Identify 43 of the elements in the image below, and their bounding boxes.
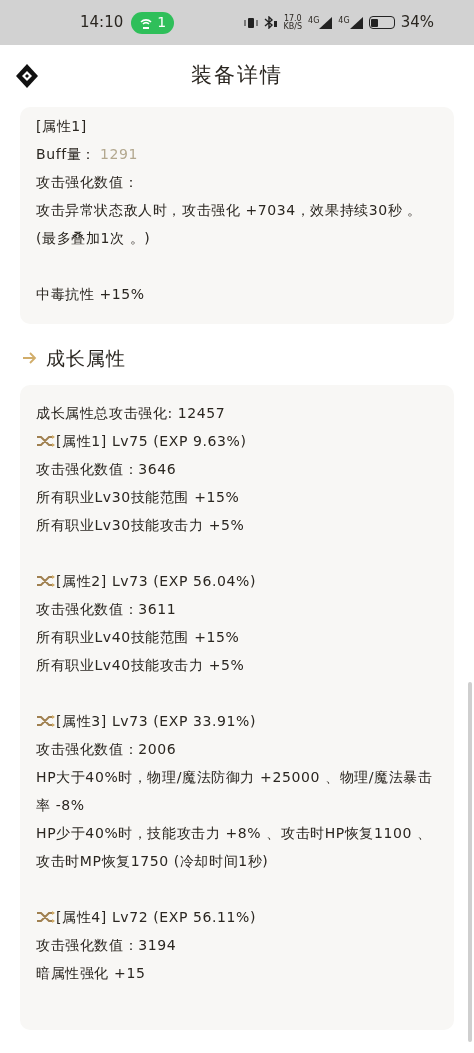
- shuffle-icon: [36, 910, 56, 923]
- network-type: 4G: [338, 16, 350, 25]
- attribute-text: HP大于40%时，物理/魔法防御力 +25000 、物理/魔法暴击率 -8%: [36, 767, 434, 815]
- shuffle-icon: [36, 714, 56, 727]
- signal-icon: [319, 16, 333, 29]
- back-button[interactable]: [14, 63, 40, 89]
- effect-text: 攻击强化数值：: [36, 173, 140, 192]
- shuffle-icon: [36, 574, 56, 587]
- bluetooth-icon: [263, 16, 278, 29]
- attribute-text: HP少于40%时，技能攻击力 +8% 、攻击时HP恢复1100 、攻击时MP恢复1750 (冷却时间1秒): [36, 823, 433, 871]
- attribute-text: 所有职业Lv40技能攻击力 +5%: [36, 655, 246, 675]
- attribute-header: [属性3] Lv73 (EXP 33.91%): [56, 711, 257, 731]
- effect-text: 中毒抗性 +15%: [36, 285, 146, 304]
- clock: 14:10: [80, 12, 124, 34]
- attribute-header: [属性4] Lv72 (EXP 56.11%): [56, 907, 257, 927]
- signal-icon: [349, 16, 363, 29]
- effect-text: [属性1]: [36, 117, 88, 136]
- effect-text: 攻击异常状态敌人时，攻击强化 +7034，效果持续30秒 。: [36, 201, 424, 220]
- network-speed: 17.0: [283, 14, 302, 23]
- attribute-text: 暗属性强化 +15: [36, 963, 147, 983]
- attribute-text: 攻击强化数值：3194: [36, 935, 178, 955]
- attribute-text: 攻击强化数值：3646: [36, 459, 178, 479]
- total-text: 成长属性总攻击强化: 12457: [36, 403, 227, 423]
- effect-text: (最多叠加1次 。): [36, 229, 152, 248]
- battery-icon: [368, 16, 395, 29]
- battery-percent: 34%: [400, 12, 434, 34]
- speed-unit: KB/S: [283, 22, 303, 31]
- attribute-text: 攻击强化数值：2006: [36, 739, 178, 759]
- vibrate-icon: [243, 16, 258, 29]
- attribute-text: 所有职业Lv30技能范围 +15%: [36, 487, 241, 507]
- section-title: 成长属性: [46, 346, 126, 371]
- attribute-text: 攻击强化数值：3611: [36, 599, 178, 619]
- buff-value: 1291: [99, 145, 138, 164]
- arrow-icon: [22, 352, 38, 365]
- hotspot-badge: 1: [131, 11, 175, 34]
- network-type: 4G: [308, 16, 320, 25]
- shuffle-icon: [36, 434, 56, 447]
- buff-label: Buff量：: [36, 145, 96, 164]
- attribute-header: [属性2] Lv73 (EXP 56.04%): [56, 571, 257, 591]
- attribute-text: 所有职业Lv40技能范围 +15%: [36, 627, 241, 647]
- page-title: 装备详情: [191, 62, 283, 90]
- attribute-text: 所有职业Lv30技能攻击力 +5%: [36, 515, 246, 535]
- attribute-header: [属性1] Lv75 (EXP 9.63%): [56, 431, 247, 451]
